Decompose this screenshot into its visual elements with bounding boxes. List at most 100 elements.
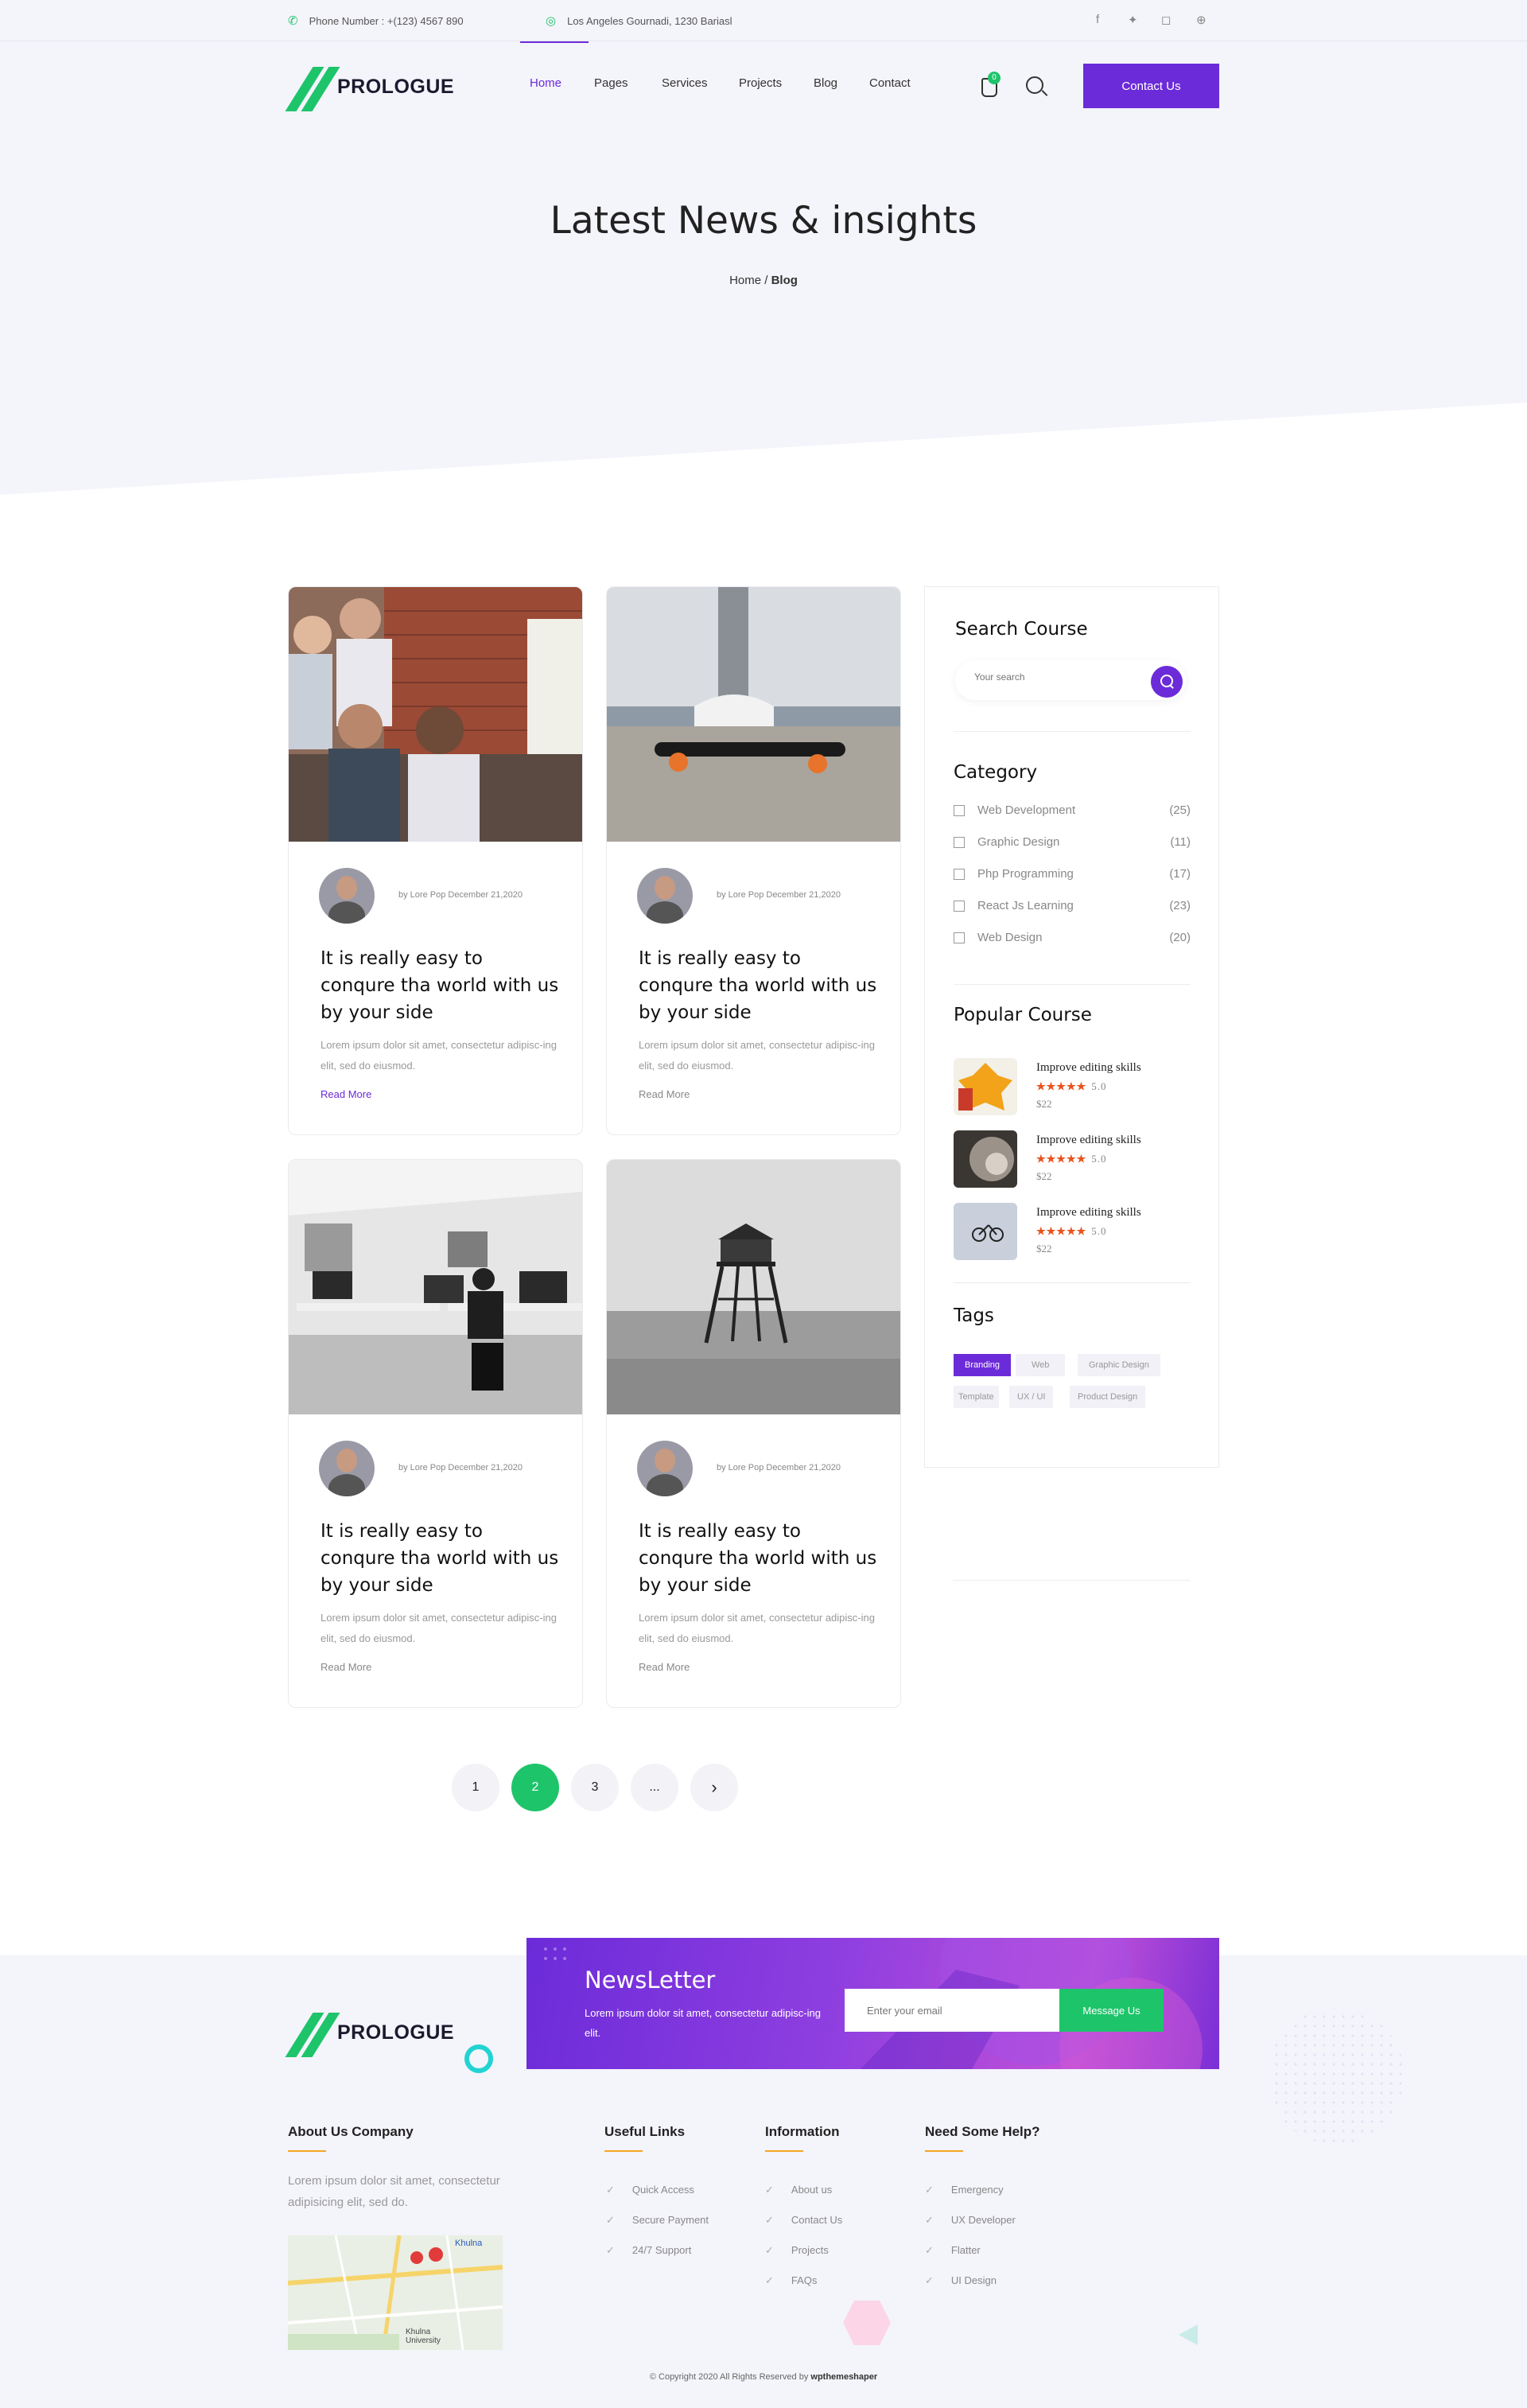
footer-link[interactable]: ✓ UX Developer bbox=[925, 2214, 1016, 2227]
newsletter-banner: NewsLetter Lorem ipsum dolor sit amet, c… bbox=[526, 1938, 1219, 2069]
instagram-icon[interactable]: ◻ bbox=[1161, 13, 1171, 27]
sidebar: Search Course Category Web Development(2… bbox=[924, 586, 1219, 1468]
tag-web[interactable]: Web bbox=[1016, 1354, 1066, 1376]
footer-link[interactable]: ✓ Projects bbox=[765, 2244, 829, 2257]
hero-section bbox=[0, 41, 1527, 495]
course-item[interactable]: Improve editing skills ★★★★★ 5.0 $22 bbox=[954, 1058, 1191, 1122]
tag-template[interactable]: Template bbox=[954, 1386, 999, 1408]
checkbox[interactable] bbox=[954, 932, 965, 943]
heading-underline bbox=[765, 2150, 803, 2152]
triangle-decoration bbox=[1179, 2324, 1198, 2345]
post-excerpt: Lorem ipsum dolor sit amet, consectetur … bbox=[639, 1039, 875, 1072]
divider bbox=[954, 731, 1191, 732]
read-more-link[interactable]: Read More bbox=[321, 1088, 371, 1100]
blog-card[interactable]: by Lore Pop December 21,2020 It is reall… bbox=[288, 586, 583, 1135]
category-item[interactable]: React Js Learning (23) bbox=[954, 899, 1191, 915]
dot-pattern-decoration bbox=[1268, 2008, 1405, 2145]
page-1-button[interactable]: 1 bbox=[452, 1764, 499, 1811]
location-map[interactable]: Khulna Khulna University bbox=[288, 2235, 503, 2350]
footer-link[interactable]: ✓ FAQs bbox=[765, 2274, 817, 2287]
course-thumbnail[interactable] bbox=[954, 1130, 1017, 1188]
category-item[interactable]: Graphic Design (11) bbox=[954, 835, 1191, 851]
footer-link[interactable]: ✓ Flatter bbox=[925, 2244, 981, 2257]
course-item[interactable]: Improve editing skills ★★★★★ 5.0 $22 bbox=[954, 1203, 1191, 1266]
site-logo[interactable]: PROLOGUE bbox=[285, 67, 454, 111]
newsletter-email-input[interactable] bbox=[845, 1989, 1059, 2032]
about-text: Lorem ipsum dolor sit amet, consectetur … bbox=[288, 2174, 500, 2209]
dribbble-icon[interactable]: ⊕ bbox=[1196, 13, 1206, 27]
next-page-button[interactable]: › bbox=[690, 1764, 738, 1811]
page-3-button[interactable]: 3 bbox=[571, 1764, 619, 1811]
breadcrumb-current: Blog bbox=[771, 274, 798, 287]
search-input[interactable] bbox=[974, 671, 1133, 683]
post-title[interactable]: It is really easy to conqure tha world w… bbox=[321, 945, 559, 1026]
post-image[interactable] bbox=[607, 1160, 900, 1414]
category-item[interactable]: Web Design (20) bbox=[954, 931, 1191, 947]
nav-contact[interactable]: Contact bbox=[869, 76, 911, 90]
category-item[interactable]: Web Development (25) bbox=[954, 803, 1191, 819]
tag-ux-ui[interactable]: UX / UI bbox=[1009, 1386, 1054, 1408]
footer-link[interactable]: ✓ 24/7 Support bbox=[606, 2244, 691, 2257]
post-image[interactable] bbox=[607, 587, 900, 842]
breadcrumb-home[interactable]: Home bbox=[729, 274, 761, 287]
cart-count-badge: 0 bbox=[988, 72, 1001, 84]
search-icon[interactable] bbox=[1026, 76, 1043, 94]
office-desk-photo bbox=[289, 1160, 582, 1414]
footer-link[interactable]: ✓ Secure Payment bbox=[606, 2214, 709, 2227]
blog-card[interactable]: by Lore Pop December 21,2020 It is reall… bbox=[288, 1159, 583, 1708]
course-thumbnail[interactable] bbox=[954, 1203, 1017, 1260]
nav-pages[interactable]: Pages bbox=[594, 76, 628, 90]
ring-decoration bbox=[464, 2044, 493, 2073]
nav-blog[interactable]: Blog bbox=[814, 76, 837, 90]
blog-card[interactable]: by Lore Pop December 21,2020 It is reall… bbox=[606, 1159, 901, 1708]
blog-card[interactable]: by Lore Pop December 21,2020 It is reall… bbox=[606, 586, 901, 1135]
footer-link[interactable]: ✓ UI Design bbox=[925, 2274, 997, 2287]
newsletter-submit-button[interactable]: Message Us bbox=[1059, 1989, 1164, 2032]
twitter-icon[interactable]: ✦ bbox=[1128, 13, 1138, 27]
checkbox[interactable] bbox=[954, 837, 965, 848]
tag-product-design[interactable]: Product Design bbox=[1070, 1386, 1146, 1408]
nav-projects[interactable]: Projects bbox=[739, 76, 782, 90]
post-excerpt: Lorem ipsum dolor sit amet, consectetur … bbox=[639, 1612, 875, 1644]
read-more-link[interactable]: Read More bbox=[639, 1661, 690, 1673]
post-image[interactable] bbox=[289, 587, 582, 842]
phone-info: ✆ Phone Number : +(123) 4567 890 bbox=[288, 0, 464, 41]
nav-home[interactable]: Home bbox=[530, 76, 561, 90]
post-title[interactable]: It is really easy to conqure tha world w… bbox=[639, 1518, 877, 1599]
page-2-button[interactable]: 2 bbox=[511, 1764, 559, 1811]
nav-services[interactable]: Services bbox=[662, 76, 708, 90]
heading-underline bbox=[604, 2150, 643, 2152]
page-ellipsis[interactable]: ... bbox=[631, 1764, 678, 1811]
useful-links-heading: Useful Links bbox=[604, 2124, 686, 2139]
course-thumbnail[interactable] bbox=[954, 1058, 1017, 1115]
read-more-link[interactable]: Read More bbox=[639, 1088, 690, 1100]
logo-mark-icon bbox=[285, 67, 340, 111]
copyright-brand-link[interactable]: wpthemeshaper bbox=[810, 2372, 877, 2382]
read-more-link[interactable]: Read More bbox=[321, 1661, 371, 1673]
search-submit-button[interactable] bbox=[1151, 666, 1183, 698]
footer-link[interactable]: ✓ Contact Us bbox=[765, 2214, 842, 2227]
author-avatar bbox=[319, 868, 375, 924]
check-icon: ✓ bbox=[765, 2184, 774, 2196]
address-text: Los Angeles Gournadi, 1230 Bariasl bbox=[567, 14, 732, 27]
tag-branding[interactable]: Branding bbox=[954, 1354, 1012, 1376]
author-avatar bbox=[637, 868, 693, 924]
contact-us-button[interactable]: Contact Us bbox=[1083, 64, 1219, 108]
check-icon: ✓ bbox=[925, 2274, 934, 2286]
course-item[interactable]: Improve editing skills ★★★★★ 5.0 $22 bbox=[954, 1130, 1191, 1194]
post-excerpt: Lorem ipsum dolor sit amet, consectetur … bbox=[321, 1612, 557, 1644]
checkbox[interactable] bbox=[954, 869, 965, 880]
footer-link[interactable]: ✓ About us bbox=[765, 2184, 832, 2196]
category-item[interactable]: Php Programming (17) bbox=[954, 867, 1191, 883]
checkbox[interactable] bbox=[954, 901, 965, 912]
tag-graphic-design[interactable]: Graphic Design bbox=[1078, 1354, 1160, 1376]
post-title[interactable]: It is really easy to conqure tha world w… bbox=[321, 1518, 559, 1599]
post-title[interactable]: It is really easy to conqure tha world w… bbox=[639, 945, 877, 1026]
footer-logo[interactable]: PROLOGUE bbox=[285, 2013, 454, 2057]
footer-link[interactable]: ✓ Emergency bbox=[925, 2184, 1004, 2196]
heading-underline bbox=[925, 2150, 963, 2152]
footer-link[interactable]: ✓ Quick Access bbox=[606, 2184, 694, 2196]
post-image[interactable] bbox=[289, 1160, 582, 1414]
facebook-icon[interactable]: f bbox=[1096, 13, 1099, 26]
checkbox[interactable] bbox=[954, 805, 965, 816]
